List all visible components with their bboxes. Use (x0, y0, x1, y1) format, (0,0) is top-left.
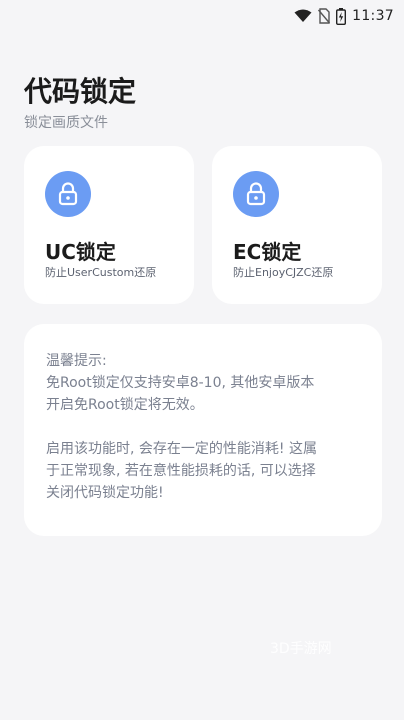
uc-lock-card[interactable]: UC锁定 防止UserCustom还原 (24, 146, 194, 304)
uc-lock-description: 防止UserCustom还原 (45, 266, 157, 279)
ec-lock-title: EC锁定 (233, 240, 302, 264)
ec-lock-card[interactable]: EC锁定 防止EnjoyCJZC还原 (212, 146, 382, 304)
notice-spacer (46, 416, 360, 438)
notice-card: 温馨提示: 免Root锁定仅支持安卓8-10, 其他安卓版本 开启免Root锁定… (24, 324, 382, 536)
lock-icon (233, 171, 279, 217)
battery-charging-icon (336, 7, 347, 25)
status-time: 11:37 (352, 8, 394, 24)
page-title: 代码锁定 (24, 75, 137, 108)
notice-line: 免Root锁定仅支持安卓8-10, 其他安卓版本 (46, 375, 315, 391)
ec-lock-description: 防止EnjoyCJZC还原 (233, 266, 334, 279)
screen: 11:37 代码锁定 锁定画质文件 UC锁定 防止UserCustom还原 EC… (0, 0, 404, 720)
status-bar: 11:37 (0, 0, 404, 32)
notice-heading: 温馨提示: (46, 353, 107, 369)
page-subtitle: 锁定画质文件 (24, 115, 108, 131)
uc-lock-title: UC锁定 (45, 240, 116, 264)
no-sim-icon (318, 8, 331, 24)
notice-line: 开启免Root锁定将无效。 (46, 397, 204, 413)
notice-line: 于正常现象, 若在意性能损耗的话, 可以选择 (46, 463, 316, 479)
watermark: 3D手游网 (270, 641, 332, 657)
wifi-icon (294, 9, 312, 23)
notice-line: 关闭代码锁定功能! (46, 485, 164, 501)
lock-icon (45, 171, 91, 217)
notice-line: 启用该功能时, 会存在一定的性能消耗! 这属 (46, 441, 317, 457)
